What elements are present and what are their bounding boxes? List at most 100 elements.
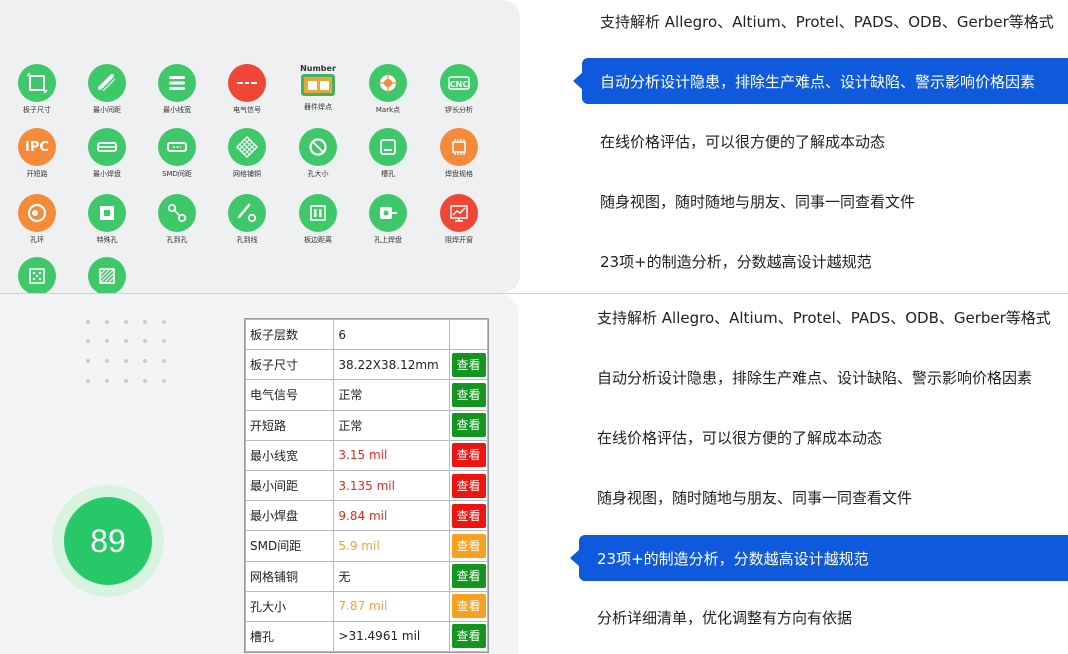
table-row: 最小间距 3.135 mil 查看: [244, 469, 488, 502]
row-action-cell: [449, 318, 488, 351]
icon-cell-board-size[interactable]: 板子尺寸: [2, 64, 72, 115]
row-value: 6: [333, 318, 451, 351]
feature-item: 支持解析 Allegro、Altium、Protel、PADS、ODB、Gerb…: [597, 309, 1051, 327]
icon-cell-pad-on-hole[interactable]: 孔上焊盘: [353, 194, 423, 245]
pad-spec-icon: [440, 128, 478, 166]
icon-cell-dice-pattern[interactable]: [2, 257, 72, 293]
icon-label: 孔到孔: [166, 236, 188, 244]
icon-label: 板边距离: [304, 236, 332, 244]
row-action-cell: 查看: [449, 349, 488, 381]
icon-cell-solder-mask[interactable]: 阻焊开窗: [424, 194, 494, 245]
row-action-cell: 查看: [449, 590, 488, 622]
feature-item: 随身视图，随时随地与朋友、同事一同查看文件: [600, 193, 916, 211]
row-value: 3.15 mil: [333, 439, 451, 471]
solder-mask-icon: [440, 194, 478, 232]
icon-cell-min-spacing[interactable]: 最小间距: [72, 64, 142, 115]
row-action-cell: 查看: [449, 620, 488, 653]
icon-label: 器件焊点: [304, 103, 332, 111]
cnc-routing-icon: CNC: [440, 64, 478, 102]
row-action-cell: 查看: [449, 500, 488, 532]
icon-cell-electrical-signal[interactable]: 电气信号: [212, 64, 282, 115]
icon-cell-annular-ring[interactable]: 孔环: [2, 194, 72, 245]
table-row: 开短路 正常 查看: [244, 409, 488, 441]
min-pad-icon: [88, 128, 126, 166]
row-label: 板子尺寸: [244, 349, 335, 381]
icon-cell-mark-point[interactable]: Mark点: [353, 64, 423, 115]
hatch-pattern-icon: [88, 257, 126, 293]
min-spacing-icon: [88, 64, 126, 102]
view-button[interactable]: 查看: [451, 594, 486, 619]
icon-cell-slot-hole[interactable]: 槽孔: [353, 128, 423, 179]
row-value: >31.4961 mil: [333, 620, 451, 653]
electrical-signal-icon: [228, 64, 266, 102]
view-button[interactable]: 查看: [451, 533, 486, 558]
table-row: 最小线宽 3.15 mil 查看: [244, 439, 488, 471]
icon-label: 板子尺寸: [23, 106, 51, 114]
icon-cell-board-edge[interactable]: 板边距离: [283, 194, 353, 245]
icon-cell-hole-size[interactable]: 孔大小: [283, 128, 353, 179]
row-value: 正常: [333, 379, 451, 411]
icon-label: 孔环: [30, 236, 44, 244]
row-label: 开短路: [244, 409, 335, 441]
analysis-icons-panel: 板子尺寸 最小间距 最小线宽 电气信号 Number 器件焊点 Mark点 CN…: [0, 0, 520, 293]
icon-cell-smd-spacing[interactable]: SMD间距: [142, 128, 212, 179]
pad-on-hole-icon: [369, 194, 407, 232]
grid-copper-icon: [228, 128, 266, 166]
feature-item-active[interactable]: 23项+的制造分析，分数越高设计越规范: [570, 535, 1068, 581]
feature-item-active[interactable]: 自动分析设计隐患，排除生产难点、设计缺陷、警示影响价格因素: [573, 58, 1068, 104]
icon-label: 网格铺铜: [233, 170, 261, 178]
icon-label: 特殊孔: [96, 236, 118, 244]
view-button[interactable]: 查看: [451, 564, 486, 589]
score-value: 89: [64, 497, 152, 585]
icon-cell-grid-copper[interactable]: 网格铺铜: [212, 128, 282, 179]
icon-label: 焊盘规格: [445, 170, 473, 178]
view-button[interactable]: 查看: [451, 473, 486, 498]
view-button[interactable]: 查看: [451, 382, 486, 407]
table-row: 孔大小 7.87 mil 查看: [244, 590, 488, 622]
score-badge: 89: [52, 485, 164, 597]
icon-cell-hole-to-hole[interactable]: 孔到孔: [142, 194, 212, 245]
board-edge-icon: [299, 194, 337, 232]
annular-ring-icon: [18, 194, 56, 232]
view-button[interactable]: 查看: [451, 352, 486, 377]
analysis-report-table: 板子层数 6 板子尺寸 38.22X38.12mm 查看 电气信号 正常 查看 开短路 正常 查看最…: [244, 318, 489, 654]
icon-cell-pad-spec[interactable]: 焊盘规格: [424, 128, 494, 179]
feature-item: 在线价格评估，可以很方便的了解成本动态: [600, 133, 886, 151]
icon-cell-hole-to-line[interactable]: 孔到线: [212, 194, 282, 245]
icon-cell-hatch-pattern[interactable]: [72, 257, 142, 293]
icon-label: 阻焊开窗: [445, 236, 473, 244]
row-value: 9.84 mil: [333, 500, 451, 532]
mark-point-icon: [369, 64, 407, 102]
icon-cell-min-width[interactable]: 最小线宽: [142, 64, 212, 115]
table-row: 板子层数 6: [244, 318, 488, 351]
icon-label: Mark点: [375, 106, 401, 114]
view-button[interactable]: 查看: [451, 624, 486, 649]
hole-to-line-icon: [228, 194, 266, 232]
feature-item: 随身视图，随时随地与朋友、同事一同查看文件: [597, 489, 913, 507]
number-caption: Number: [300, 64, 336, 73]
row-label: 槽孔: [244, 620, 335, 653]
icon-cell-ipc[interactable]: IPC 开短路: [2, 128, 72, 179]
view-button[interactable]: 查看: [451, 503, 486, 528]
row-label: 最小间距: [244, 469, 335, 502]
feature-item: 分析详细清单，优化调整有方向有依据: [597, 609, 853, 627]
view-button[interactable]: 查看: [451, 443, 486, 468]
icon-label: 最小焊盘: [93, 170, 121, 178]
icon-label: 电气信号: [233, 106, 261, 114]
icon-label: 孔到线: [236, 236, 258, 244]
icon-cell-special-hole[interactable]: 特殊孔: [72, 194, 142, 245]
icon-label: 孔上焊盘: [374, 236, 402, 244]
icon-label: 开短路: [26, 170, 48, 178]
hole-to-hole-icon: [158, 194, 196, 232]
smd-spacing-icon: [158, 128, 196, 166]
view-button[interactable]: 查看: [451, 413, 486, 438]
table-row: 电气信号 正常 查看: [244, 379, 488, 411]
icon-cell-component-pad[interactable]: Number 器件焊点: [283, 64, 353, 112]
row-label: 最小线宽: [244, 439, 335, 471]
icon-cell-min-pad[interactable]: 最小焊盘: [72, 128, 142, 179]
icon-cell-cnc[interactable]: CNC 锣长分析: [424, 64, 494, 115]
row-action-cell: 查看: [449, 379, 488, 411]
feature-item: 自动分析设计隐患，排除生产难点、设计缺陷、警示影响价格因素: [597, 369, 1033, 387]
row-action-cell: 查看: [449, 439, 488, 471]
icon-label: SMD间距: [162, 170, 192, 178]
